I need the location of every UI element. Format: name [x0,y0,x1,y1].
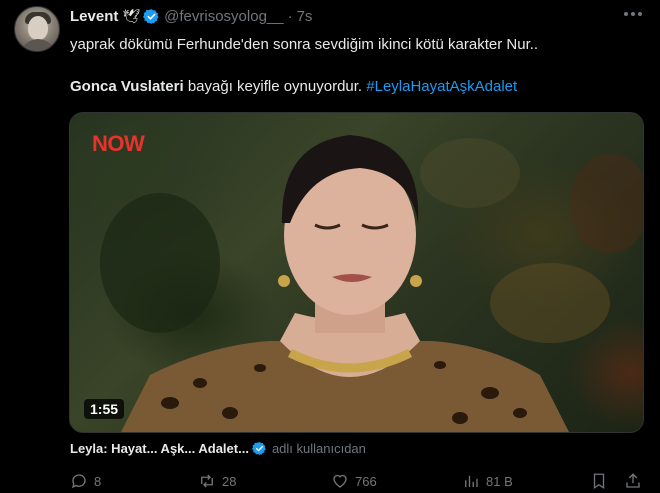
views-icon [465,475,478,487]
bold-name: Gonca Vuslateri [70,78,184,95]
separator-dot: · [287,7,293,25]
more-dot [638,12,642,16]
verified-badge-icon [143,8,159,24]
avatar-face [28,16,48,40]
like-button[interactable]: 766 [331,472,377,490]
author-handle[interactable]: @fevrisosyolog__ [164,8,283,25]
source-by-text: adlı kullanıcıdan [271,441,366,456]
repost-icon [201,474,213,488]
tweet-text-body: bayağı keyifle oynuyordur. [183,78,367,95]
more-dot [631,12,635,16]
views-button[interactable]: 81 B [462,472,513,490]
tweet-text-line-2: Gonca Vuslateri bayağı keyifle oynuyordu… [70,77,517,97]
author-name[interactable]: Levent [70,8,118,25]
reply-icon [72,474,86,489]
more-icon[interactable] [624,12,648,20]
tweet-text-line-1: yaprak dökümü Ferhunde'den sonra sevdiği… [70,36,539,53]
verified-badge-icon [251,441,266,456]
avatar-shirt [20,39,56,51]
avatar[interactable] [14,6,60,52]
like-icon [333,474,347,488]
views-count: 81 B [486,473,513,489]
reply-button[interactable]: 8 [70,472,101,490]
video-duration: 1:55 [84,399,125,419]
action-bar: 8 28 766 81 B [0,470,660,493]
video-player[interactable]: NOW 1:55 [69,112,644,433]
tweet-time[interactable]: 7s [297,8,313,25]
repost-button[interactable]: 28 [198,472,236,490]
like-count: 766 [355,473,377,489]
bookmark-button[interactable] [590,472,608,490]
tweet-header: Levent 🕊 @fevrisosyolog__ · 7s [70,6,312,26]
video-source[interactable]: Leyla: Hayat... Aşk... Adalet... adlı ku… [70,441,366,456]
source-name[interactable]: Leyla: Hayat... Aşk... Adalet... [70,441,249,456]
share-icon [626,473,640,488]
video-frame [100,135,643,432]
share-button[interactable] [624,472,642,490]
author-emoji: 🕊 [122,7,141,24]
reply-count: 8 [94,473,102,489]
repost-count: 28 [222,473,237,489]
more-dot [624,12,628,16]
channel-logo: NOW [92,131,145,156]
bookmark-icon [593,473,605,490]
hashtag-link[interactable]: #LeylaHayatAşkAdalet [366,78,517,95]
